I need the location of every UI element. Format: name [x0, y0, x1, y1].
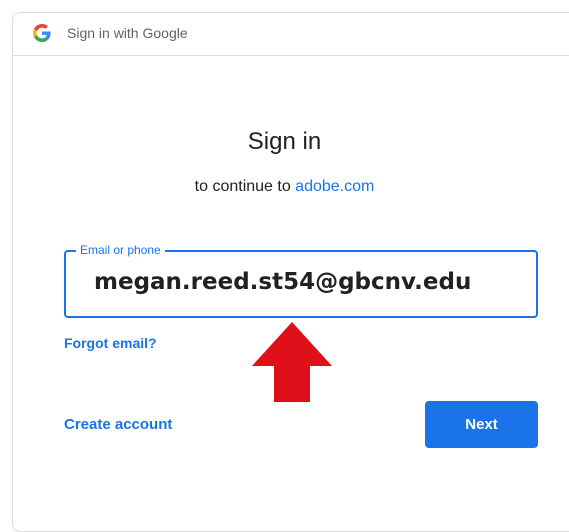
page-title: Sign in — [247, 128, 322, 155]
titlebar-title: Sign in with Google — [67, 25, 188, 41]
forgot-email-link[interactable]: Forgot email? — [64, 335, 157, 351]
titlebar: Sign in with Google — [13, 13, 569, 56]
site-link[interactable]: adobe.com — [295, 178, 374, 195]
email-field-label: Email or phone — [76, 243, 165, 257]
google-g-icon — [33, 24, 51, 42]
email-field[interactable]: Email or phone megan.reed.st54@gbcnv.edu — [64, 243, 538, 318]
create-account-link[interactable]: Create account — [64, 416, 172, 433]
next-button[interactable]: Next — [425, 401, 538, 448]
subheading: to continue to adobe.com — [0, 178, 569, 196]
email-field-value[interactable]: megan.reed.st54@gbcnv.edu — [94, 269, 471, 295]
subheading-prefix: to continue to — [194, 178, 296, 195]
red-up-arrow-icon — [252, 322, 332, 402]
